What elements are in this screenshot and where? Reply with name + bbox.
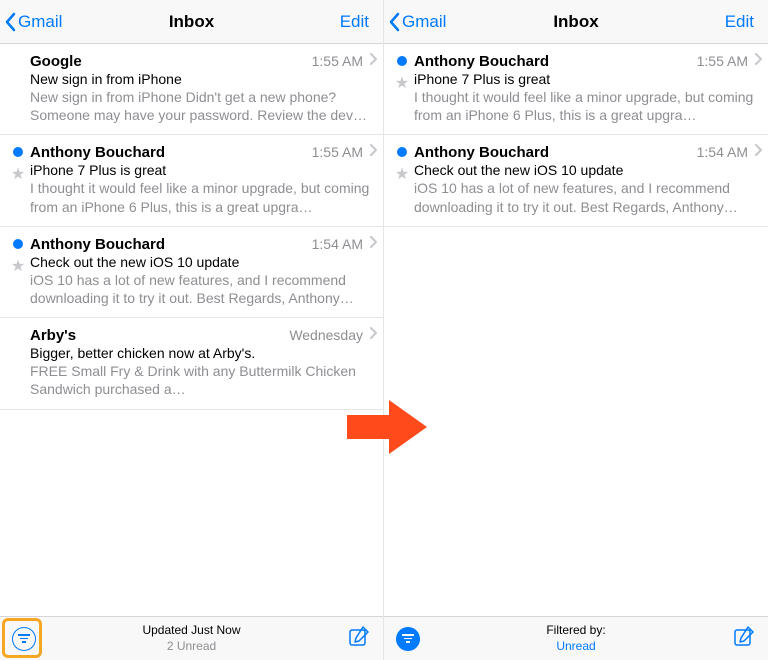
toolbar: Filtered by: Unread — [384, 616, 768, 660]
message-content: Anthony Bouchard 1:54 AM Check out the new… — [414, 143, 762, 215]
message-row[interactable]: ★Arby's Wednesday Bigger, better chicken n… — [0, 318, 383, 409]
message-list: ★ Anthony Bouchard 1:55 AM iPhone 7 Plus is… — [384, 44, 768, 616]
message-sender: Anthony Bouchard — [30, 144, 165, 161]
message-subject: Bigger, better chicken now at Arby's. — [30, 345, 377, 361]
message-time: 1:55 AM — [697, 53, 748, 69]
filter-button-active[interactable] — [396, 627, 420, 651]
message-content: Google 1:55 AM New sign in from iPhoneNew … — [30, 52, 377, 124]
message-preview: New sign in from iPhone Didn't get a new… — [30, 88, 377, 124]
message-sender: Google — [30, 53, 82, 70]
phone-left: Gmail Inbox Edit ★Google1:55 AMNew sign … — [0, 0, 384, 660]
message-content: Anthony Bouchard 1:55 AM iPhone 7 Plus is … — [414, 52, 762, 124]
chevron-right-icon — [369, 52, 377, 70]
message-preview: FREE Small Fry & Drink with any Buttermi… — [30, 362, 377, 398]
message-subject: New sign in from iPhone — [30, 71, 377, 87]
page-title: Inbox — [169, 12, 214, 32]
message-rail: ★ — [390, 143, 414, 215]
message-content: Arby's Wednesday Bigger, better chicken no… — [30, 326, 377, 398]
message-sender: Anthony Bouchard — [30, 236, 165, 253]
message-rail: ★ — [6, 326, 30, 398]
message-subject: iPhone 7 Plus is great — [414, 71, 762, 87]
edit-button[interactable]: Edit — [725, 12, 762, 32]
filter-icon — [402, 634, 414, 643]
chevron-left-icon — [388, 12, 400, 32]
message-row[interactable]: ★ Anthony Bouchard 1:54 AM Check out the ne… — [0, 227, 383, 318]
message-subject: iPhone 7 Plus is great — [30, 162, 377, 178]
unread-dot-icon — [397, 56, 407, 66]
compose-icon — [347, 624, 371, 648]
toolbar-status-top: Updated Just Now — [142, 623, 240, 639]
chevron-right-icon — [369, 326, 377, 344]
compose-button[interactable] — [732, 624, 756, 653]
star-icon: ★ — [11, 259, 25, 275]
message-rail: ★ — [6, 52, 30, 124]
message-content: Anthony Bouchard 1:54 AM Check out the new… — [30, 235, 377, 307]
compose-button[interactable] — [347, 624, 371, 653]
back-label: Gmail — [18, 12, 62, 32]
star-icon: ★ — [11, 167, 25, 183]
message-row[interactable]: ★ Anthony Bouchard 1:55 AM iPhone 7 Plus is… — [0, 135, 383, 226]
message-list: ★Google1:55 AMNew sign in from iPhoneNew… — [0, 44, 383, 616]
chevron-left-icon — [4, 12, 16, 32]
toolbar-status-top: Filtered by: — [546, 623, 605, 639]
message-time: 1:54 AM — [312, 236, 363, 252]
message-sender: Arby's — [30, 327, 76, 344]
message-time: 1:55 AM — [312, 144, 363, 160]
message-subject: Check out the new iOS 10 update — [30, 254, 377, 270]
message-subject: Check out the new iOS 10 update — [414, 162, 762, 178]
chevron-right-icon — [369, 143, 377, 161]
message-time: 1:55 AM — [312, 53, 363, 69]
navbar: Gmail Inbox Edit — [0, 0, 383, 44]
message-row[interactable]: ★ Anthony Bouchard 1:54 AM Check out the ne… — [384, 135, 768, 226]
unread-dot-icon — [13, 239, 23, 249]
unread-dot-icon — [13, 147, 23, 157]
chevron-right-icon — [754, 52, 762, 70]
toolbar-filter-link[interactable]: Unread — [546, 639, 605, 655]
chevron-right-icon — [754, 143, 762, 161]
star-icon: ★ — [395, 167, 409, 183]
message-sender: Anthony Bouchard — [414, 53, 549, 70]
navbar: Gmail Inbox Edit — [384, 0, 768, 44]
message-preview: I thought it would feel like a minor upg… — [414, 88, 762, 124]
star-icon: ★ — [395, 76, 409, 92]
back-button[interactable]: Gmail — [388, 12, 446, 32]
back-button[interactable]: Gmail — [4, 12, 62, 32]
message-content: Anthony Bouchard 1:55 AM iPhone 7 Plus is … — [30, 143, 377, 215]
back-label: Gmail — [402, 12, 446, 32]
message-sender: Anthony Bouchard — [414, 144, 549, 161]
filter-icon — [18, 634, 30, 643]
annotation-arrow-icon — [347, 400, 427, 459]
toolbar-status: Updated Just Now 2 Unread — [142, 623, 240, 654]
page-title: Inbox — [553, 12, 598, 32]
message-time: 1:54 AM — [697, 144, 748, 160]
message-row[interactable]: ★ Anthony Bouchard 1:55 AM iPhone 7 Plus is… — [384, 44, 768, 135]
message-preview: iOS 10 has a lot of new features, and I … — [30, 271, 377, 307]
message-rail: ★ — [6, 143, 30, 215]
message-rail: ★ — [6, 235, 30, 307]
chevron-right-icon — [369, 235, 377, 253]
message-time: Wednesday — [289, 327, 363, 343]
unread-dot-icon — [397, 147, 407, 157]
message-preview: iOS 10 has a lot of new features, and I … — [414, 179, 762, 215]
compose-icon — [732, 624, 756, 648]
toolbar-status-bottom: 2 Unread — [142, 639, 240, 655]
phone-right: Gmail Inbox Edit ★ Anthony Bouchard 1:55 A… — [384, 0, 768, 660]
toolbar-status: Filtered by: Unread — [546, 623, 605, 654]
message-preview: I thought it would feel like a minor upg… — [30, 179, 377, 215]
edit-button[interactable]: Edit — [340, 12, 377, 32]
message-row[interactable]: ★Google 1:55 AM New sign in from iPhoneNew… — [0, 44, 383, 135]
toolbar: Updated Just Now 2 Unread — [0, 616, 383, 660]
message-rail: ★ — [390, 52, 414, 124]
filter-button[interactable] — [12, 627, 36, 651]
